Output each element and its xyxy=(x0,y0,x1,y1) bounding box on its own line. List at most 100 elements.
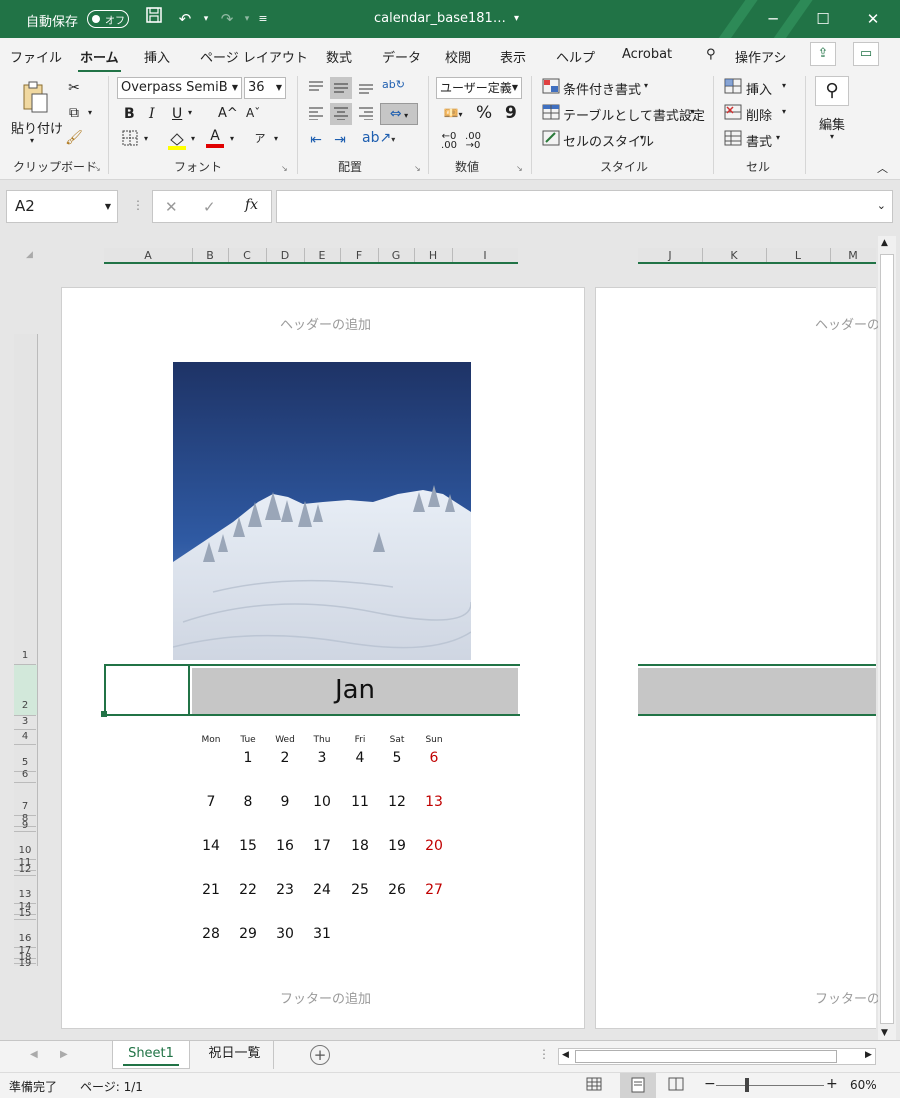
merge-center-icon[interactable]: ⇔ ▾ xyxy=(380,103,418,125)
column-header-f[interactable]: F xyxy=(340,249,378,262)
comments-button[interactable]: ▭ xyxy=(853,42,879,66)
chevron-down-icon[interactable]: ▾ xyxy=(782,107,786,116)
format-cells-button[interactable]: 書式 xyxy=(746,131,772,150)
customize-qat-icon[interactable]: ≡ xyxy=(250,6,276,32)
orientation-angle-icon[interactable]: ab↗▾ xyxy=(362,130,395,146)
cell-style-icon[interactable] xyxy=(542,130,560,150)
tab-help[interactable]: ヘルプ xyxy=(556,47,595,66)
row-header-10[interactable]: 10 xyxy=(14,845,36,856)
row-header-19[interactable]: 19 xyxy=(14,958,36,969)
search-icon[interactable]: ⚲ xyxy=(706,47,716,62)
sheet-tab-sheet1[interactable]: Sheet1 xyxy=(112,1041,190,1069)
phonetic-icon[interactable]: ア xyxy=(250,130,270,146)
column-header-k[interactable]: K xyxy=(702,249,766,262)
scroll-right-icon[interactable]: ▶ xyxy=(865,1050,872,1060)
align-bottom-icon[interactable] xyxy=(356,80,376,98)
italic-button[interactable]: I xyxy=(149,106,155,122)
chevron-down-icon[interactable]: ▾ xyxy=(782,81,786,90)
table-format-button[interactable]: テーブルとして書式設定 xyxy=(563,105,705,124)
expand-formula-icon[interactable]: ⌄ xyxy=(877,199,886,212)
clipboard-launcher-icon[interactable]: ↘ xyxy=(94,164,101,173)
zoom-slider-thumb[interactable] xyxy=(745,1078,749,1092)
underline-button[interactable]: U xyxy=(172,106,182,122)
sheet-tab-holidays[interactable]: 祝日一覧 xyxy=(196,1041,274,1069)
calendar-day[interactable]: 29 xyxy=(234,926,262,942)
vertical-scroll-thumb[interactable] xyxy=(880,254,894,1024)
editing-button[interactable]: 編集 xyxy=(819,114,845,133)
calendar-day[interactable]: 13 xyxy=(420,794,448,810)
save-icon[interactable] xyxy=(141,6,167,32)
zoom-out-button[interactable]: − xyxy=(704,1076,716,1092)
copy-icon[interactable]: ⧉ xyxy=(64,105,84,121)
calendar-day[interactable]: 15 xyxy=(234,838,262,854)
fill-color-icon[interactable] xyxy=(166,130,188,154)
calendar-day[interactable]: 25 xyxy=(346,882,374,898)
tab-page-layout[interactable]: ページ レイアウト xyxy=(200,47,308,66)
zoom-in-button[interactable]: + xyxy=(826,1076,838,1092)
calendar-day[interactable]: 6 xyxy=(420,750,448,766)
paste-icon[interactable] xyxy=(18,80,52,114)
scroll-down-icon[interactable]: ▼ xyxy=(881,1028,888,1038)
row-header-2[interactable]: 2 xyxy=(14,700,36,711)
format-cells-icon[interactable] xyxy=(724,130,742,150)
column-header-a[interactable]: A xyxy=(104,249,192,262)
calendar-day[interactable]: 28 xyxy=(197,926,225,942)
calendar-day[interactable]: 19 xyxy=(383,838,411,854)
font-name-select[interactable]: Overpass SemiB ▼ xyxy=(117,77,242,99)
tab-home[interactable]: ホーム xyxy=(78,47,121,73)
horizontal-scrollbar[interactable]: ◀ ▶ xyxy=(558,1048,876,1065)
calendar-day[interactable]: 26 xyxy=(383,882,411,898)
scroll-left-icon[interactable]: ◀ xyxy=(562,1050,569,1060)
underline-dropdown-icon[interactable]: ▾ xyxy=(188,108,192,117)
phonetic-dropdown-icon[interactable]: ▾ xyxy=(274,134,278,143)
tab-view[interactable]: 表示 xyxy=(500,47,526,66)
calendar-day[interactable]: 30 xyxy=(271,926,299,942)
row-header-6[interactable]: 6 xyxy=(14,769,36,780)
minimize-button[interactable]: ─ xyxy=(760,6,786,32)
tab-review[interactable]: 校閲 xyxy=(445,47,471,66)
scroll-up-icon[interactable]: ▲ xyxy=(881,238,888,248)
decrease-decimal-icon[interactable]: .00 →0 xyxy=(462,132,484,151)
next-sheet-icon[interactable]: ▶ xyxy=(60,1049,68,1060)
border-dropdown-icon[interactable]: ▾ xyxy=(144,134,148,143)
chevron-down-icon[interactable]: ▾ xyxy=(644,81,648,90)
cancel-icon[interactable]: ✕ xyxy=(165,198,178,216)
calendar-day[interactable]: 3 xyxy=(308,750,336,766)
calendar-day[interactable]: 24 xyxy=(308,882,336,898)
currency-icon[interactable]: 💴▾ xyxy=(438,106,468,120)
calendar-day[interactable]: 18 xyxy=(346,838,374,854)
increase-decimal-icon[interactable]: ←0.00 xyxy=(438,132,460,151)
calendar-day[interactable]: 27 xyxy=(420,882,448,898)
column-header-l[interactable]: L xyxy=(766,249,830,262)
calendar-day[interactable]: 8 xyxy=(234,794,262,810)
calendar-day[interactable]: 20 xyxy=(420,838,448,854)
calendar-day[interactable]: 14 xyxy=(197,838,225,854)
align-center-icon[interactable] xyxy=(330,103,352,125)
zoom-slider[interactable] xyxy=(716,1085,824,1086)
name-box[interactable]: A2 ▼ xyxy=(6,190,118,223)
tab-insert[interactable]: 挿入 xyxy=(144,47,170,66)
calendar-day[interactable]: 16 xyxy=(271,838,299,854)
row-header-15[interactable]: 15 xyxy=(14,908,36,919)
font-launcher-icon[interactable]: ↘ xyxy=(281,164,288,173)
font-size-select[interactable]: 36 ▼ xyxy=(244,77,286,99)
prev-sheet-icon[interactable]: ◀ xyxy=(30,1049,38,1060)
column-header-j[interactable]: J xyxy=(638,249,702,262)
insert-cells-button[interactable]: 挿入 xyxy=(746,79,772,98)
autosave-toggle[interactable]: オフ xyxy=(87,10,129,28)
column-header-h[interactable]: H xyxy=(414,249,452,262)
paste-dropdown-icon[interactable]: ▾ xyxy=(30,136,34,145)
row-header-1[interactable]: 1 xyxy=(14,650,36,661)
orientation-icon[interactable]: ab↻ xyxy=(382,78,405,91)
fill-handle[interactable] xyxy=(101,711,107,717)
column-header-m[interactable]: M xyxy=(830,249,876,262)
chevron-down-icon[interactable]: ▾ xyxy=(776,133,780,142)
tab-splitter-icon[interactable]: ⋮ xyxy=(538,1047,550,1061)
calendar-day[interactable]: 21 xyxy=(197,882,225,898)
footer-placeholder[interactable]: フッターの追加 xyxy=(280,988,371,1007)
vertical-scrollbar[interactable]: ▲ ▼ xyxy=(878,236,896,1042)
tell-me-input[interactable]: 操作アシ xyxy=(735,47,786,66)
number-launcher-icon[interactable]: ↘ xyxy=(516,164,523,173)
font-color-icon[interactable]: A xyxy=(204,128,226,148)
calendar-day[interactable]: 31 xyxy=(308,926,336,942)
